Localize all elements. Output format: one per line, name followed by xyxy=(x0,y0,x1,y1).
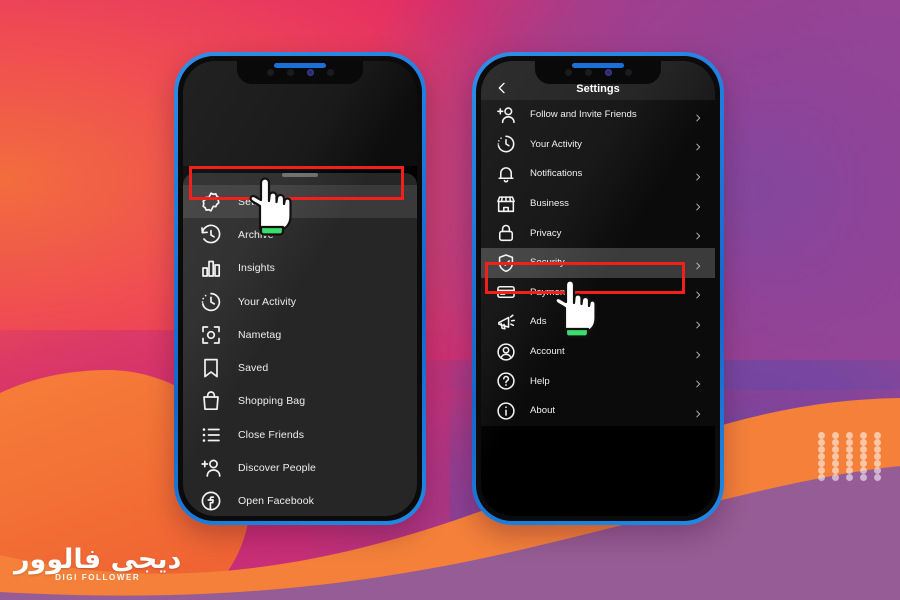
shield-check-icon xyxy=(495,253,517,273)
storefront-icon xyxy=(495,194,517,214)
settings-item-label: Help xyxy=(530,375,550,387)
megaphone-icon xyxy=(495,312,517,332)
hand-cursor-left xyxy=(249,177,292,236)
chevron-right-icon xyxy=(693,110,703,122)
menu-item-label: Discover People xyxy=(238,462,316,475)
sensor-icon xyxy=(286,69,294,76)
bookmark-icon xyxy=(199,357,223,379)
activity-clock-icon xyxy=(199,291,223,313)
settings-item-business[interactable]: Business xyxy=(481,189,715,219)
menu-item-discover-people[interactable]: Discover People xyxy=(183,451,417,484)
menu-item-label: Shopping Bag xyxy=(238,395,306,408)
archive-clock-icon xyxy=(199,224,223,246)
sensor-icon xyxy=(326,69,334,76)
earpiece-speaker xyxy=(572,63,624,68)
facebook-icon xyxy=(199,490,223,512)
activity-clock-icon xyxy=(495,134,517,154)
menu-item-shopping-bag[interactable]: Shopping Bag xyxy=(183,385,417,418)
account-icon xyxy=(495,342,517,362)
chevron-right-icon xyxy=(693,287,703,299)
settings-list: Follow and Invite Friends Your Activity No… xyxy=(481,100,715,426)
chevron-right-icon xyxy=(693,347,703,358)
menu-item-label: Nametag xyxy=(238,328,282,341)
info-icon xyxy=(495,401,517,421)
settings-item-help[interactable]: Help xyxy=(481,366,715,396)
watermark-farsi-text: دیجی فالوور xyxy=(14,544,182,575)
chevron-right-icon xyxy=(693,406,703,418)
sensor-icon xyxy=(266,69,274,76)
menu-item-open-facebook[interactable]: Open Facebook xyxy=(183,485,417,516)
bell-icon xyxy=(495,164,517,184)
menu-item-nametag[interactable]: Nametag xyxy=(183,318,417,351)
chevron-right-icon xyxy=(693,228,703,240)
front-camera-icon xyxy=(306,69,314,76)
settings-item-security[interactable]: Security xyxy=(481,247,715,278)
gear-icon xyxy=(199,191,223,213)
chevron-right-icon xyxy=(693,258,703,270)
settings-item-follow-and-invite-friends[interactable]: Follow and Invite Friends xyxy=(481,100,715,130)
menu-item-label: Open Facebook xyxy=(238,495,315,508)
menu-item-label: Your Activity xyxy=(238,295,297,308)
settings-item-account[interactable]: Account xyxy=(481,337,715,367)
menu-item-settings[interactable]: Settings xyxy=(183,185,417,219)
nametag-icon xyxy=(199,324,223,346)
menu-item-your-activity[interactable]: Your Activity xyxy=(183,285,417,318)
earpiece-speaker xyxy=(274,63,326,68)
front-camera-icon xyxy=(604,69,612,76)
settings-item-notifications[interactable]: Notifications xyxy=(481,159,715,189)
settings-item-label: About xyxy=(530,405,556,417)
settings-item-your-activity[interactable]: Your Activity xyxy=(481,130,715,160)
add-person-icon xyxy=(199,457,223,479)
menu-item-insights[interactable]: Insights xyxy=(183,252,417,285)
sensor-icon xyxy=(584,69,592,76)
help-icon xyxy=(495,371,517,391)
menu-sheet: SettingsArchive Insights Your Activity Name… xyxy=(183,173,417,516)
menu-item-saved[interactable]: Saved xyxy=(183,351,417,384)
menu-item-label: Saved xyxy=(238,362,269,375)
settings-item-label: Security xyxy=(530,257,565,269)
chevron-right-icon xyxy=(693,139,703,151)
settings-item-about[interactable]: About xyxy=(481,396,715,426)
chevron-right-icon xyxy=(693,317,703,329)
menu-item-close-friends[interactable]: Close Friends xyxy=(183,418,417,451)
phone-left-screen: SettingsArchive Insights Your Activity Name… xyxy=(183,61,417,516)
watermark-logo: دیجی فالوور DIGI FOLLOWER xyxy=(14,544,182,582)
chevron-right-icon xyxy=(693,376,703,388)
phone-left-bezel: SettingsArchive Insights Your Activity Name… xyxy=(178,56,422,521)
phone-left: SettingsArchive Insights Your Activity Name… xyxy=(174,52,426,525)
settings-item-label: Notifications xyxy=(530,168,583,180)
chevron-left-icon[interactable] xyxy=(494,80,510,96)
decorative-dot-grid xyxy=(818,432,888,481)
watermark-english-text: DIGI FOLLOWER xyxy=(55,573,141,582)
profile-menu-list: SettingsArchive Insights Your Activity Name… xyxy=(183,183,417,516)
card-icon xyxy=(495,282,517,302)
page-title: Settings xyxy=(576,82,620,95)
sensor-icon xyxy=(624,69,632,76)
settings-item-privacy[interactable]: Privacy xyxy=(481,218,715,248)
background xyxy=(0,0,900,600)
add-person-icon xyxy=(495,105,517,125)
settings-item-label: Privacy xyxy=(530,227,562,239)
bar-chart-icon xyxy=(199,257,223,279)
chevron-right-icon xyxy=(693,169,703,181)
menu-item-archive[interactable]: Archive xyxy=(183,218,417,251)
lock-icon xyxy=(495,223,517,243)
settings-item-label: Your Activity xyxy=(530,138,582,150)
list-icon xyxy=(199,424,223,446)
settings-item-label: Follow and Invite Friends xyxy=(530,109,637,121)
menu-item-label: Insights xyxy=(238,262,275,275)
settings-item-label: Business xyxy=(530,198,569,210)
sensor-icon xyxy=(564,69,572,76)
hand-cursor-right xyxy=(554,279,597,338)
shopping-bag-icon xyxy=(199,390,223,412)
settings-item-label: Account xyxy=(530,346,565,358)
chevron-right-icon xyxy=(693,199,703,210)
menu-item-label: Close Friends xyxy=(238,428,305,441)
